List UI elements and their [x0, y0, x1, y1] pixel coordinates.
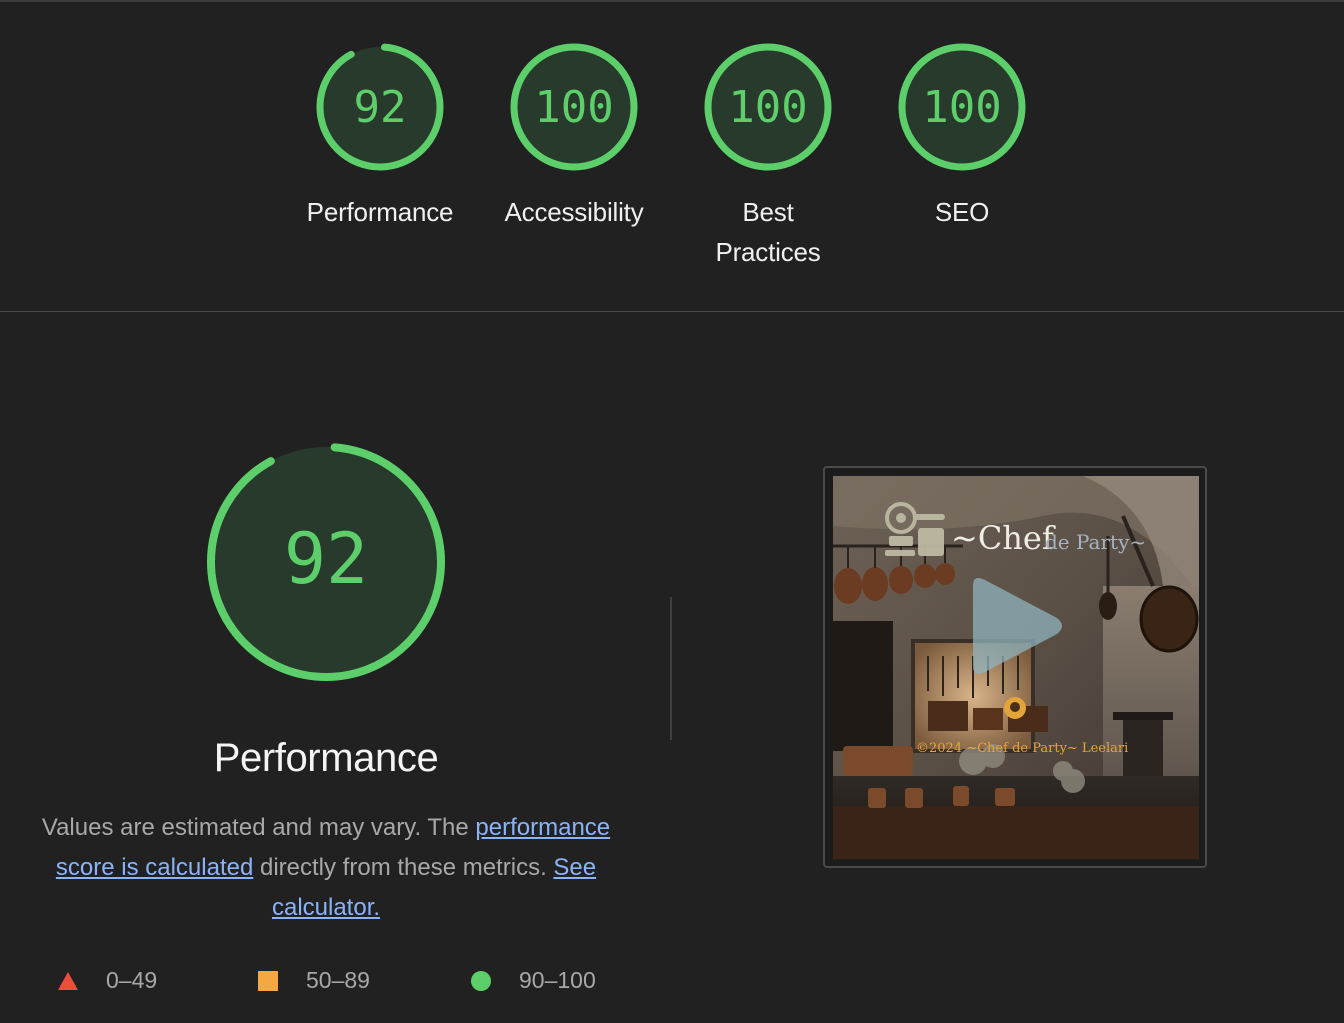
legend-fail-label: 0–49	[106, 967, 158, 993]
performance-main-gauge: 92	[207, 443, 445, 681]
gauge-performance-score: 92	[354, 82, 407, 133]
score-legend: 0–49 50–89 90–100	[0, 958, 670, 1002]
legend-average: 50–89	[256, 958, 370, 1002]
gauge-seo-score: 100	[922, 82, 1001, 133]
screenshot-logo-sub: de Party~	[1045, 530, 1146, 554]
performance-title: Performance	[213, 736, 439, 780]
gauge-performance[interactable]: 92 Performance	[290, 42, 470, 232]
scores-summary: 92 Performance 100 Accessibility 100 Bes…	[0, 2, 1344, 311]
gauge-seo-ring: 100	[898, 43, 1026, 171]
performance-main-score: 92	[284, 518, 368, 600]
gauge-best-practices-score: 100	[728, 82, 807, 133]
kitchen-photo: ~Chef de Party~ ©2024 ~Chef de Party~ Le…	[833, 476, 1199, 859]
desc-text-2: directly from these metrics.	[253, 854, 554, 881]
github-icon	[1004, 697, 1026, 719]
gauge-accessibility-label: Accessibility	[504, 197, 644, 227]
legend-pass: 90–100	[469, 958, 596, 1002]
section-divider	[0, 311, 1344, 312]
gauge-seo[interactable]: 100 SEO	[872, 42, 1052, 232]
gauge-accessibility[interactable]: 100 Accessibility	[484, 42, 664, 232]
desc-text-1: Values are estimated and may vary. The	[41, 814, 476, 841]
gauge-performance-label: Performance	[306, 197, 454, 227]
legend-average-label: 50–89	[306, 967, 370, 993]
gauge-best-practices-ring: 100	[704, 43, 832, 171]
circle-icon	[471, 971, 491, 991]
gauge-accessibility-score: 100	[534, 82, 613, 133]
gauge-best-practices-label: Best Practices	[715, 197, 821, 267]
screenshot-footer: ©2024 ~Chef de Party~ Leelari	[916, 741, 1128, 756]
triangle-icon	[58, 972, 78, 990]
gauge-seo-label: SEO	[934, 197, 990, 227]
performance-description: Values are estimated and may vary. The p…	[30, 808, 622, 928]
screenshot-logo-text: ~Chef	[951, 519, 1056, 557]
legend-fail: 0–49	[56, 958, 157, 1002]
square-icon	[258, 971, 278, 991]
gauge-performance-ring: 92	[316, 43, 444, 171]
gauge-accessibility-ring: 100	[510, 43, 638, 171]
lighthouse-report: 92 Performance 100 Accessibility 100 Bes…	[0, 0, 1344, 1023]
gauge-best-practices[interactable]: 100 Best Practices	[678, 42, 858, 272]
legend-pass-label: 90–100	[519, 967, 596, 993]
final-screenshot[interactable]: ~Chef de Party~ ©2024 ~Chef de Party~ Le…	[833, 476, 1199, 859]
vertical-separator	[670, 597, 672, 740]
